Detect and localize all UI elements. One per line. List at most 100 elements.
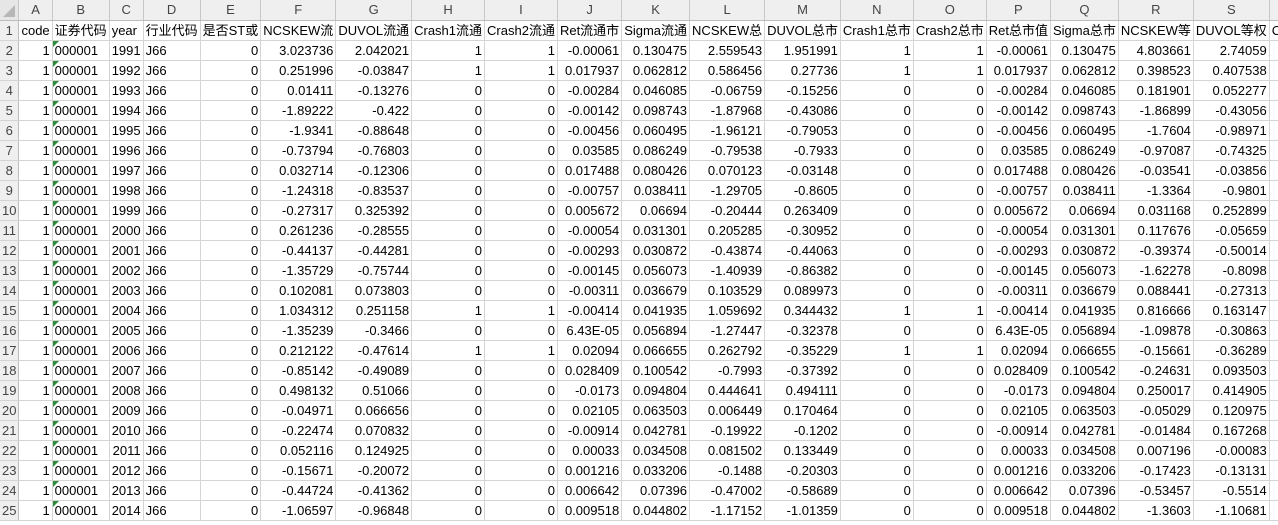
cell[interactable]: 1 — [411, 40, 486, 61]
cell[interactable]: -0.00757 — [557, 180, 623, 201]
cell[interactable]: 0 — [913, 460, 987, 481]
cell[interactable]: 0.017937 — [986, 60, 1051, 81]
cell[interactable]: 1 — [18, 280, 53, 301]
cell[interactable]: 0.066655 — [621, 340, 691, 361]
cell[interactable]: 0 — [913, 380, 987, 401]
cell[interactable]: 0.042781 — [1050, 420, 1119, 441]
cell[interactable]: 0.06694 — [1050, 200, 1119, 221]
cell[interactable]: 0 — [200, 260, 262, 281]
cell[interactable]: 0 — [200, 80, 262, 101]
cell[interactable]: 0.163147 — [1193, 300, 1270, 321]
cell[interactable]: 2013 — [109, 480, 144, 501]
cell[interactable]: 0.041935 — [1050, 300, 1119, 321]
cell[interactable]: 0.262792 — [689, 340, 766, 361]
column-header[interactable]: Q — [1050, 0, 1119, 21]
cell[interactable]: 0 — [200, 220, 262, 241]
cell[interactable]: 0 — [484, 140, 558, 161]
cell[interactable]: -0.00145 — [557, 260, 623, 281]
cell[interactable]: 0.181901 — [1118, 80, 1194, 101]
cell[interactable]: 2011 — [109, 440, 144, 461]
cell[interactable]: 0.030872 — [621, 240, 691, 261]
cell[interactable]: 1 — [18, 420, 53, 441]
cell[interactable]: -0.47614 — [335, 340, 413, 361]
cell[interactable]: 0 — [840, 260, 914, 281]
cell[interactable]: -0.49089 — [335, 360, 413, 381]
cell[interactable]: 1 — [18, 100, 53, 121]
cell[interactable]: 0.063503 — [1050, 400, 1119, 421]
cell[interactable]: 0 — [484, 280, 558, 301]
cell[interactable]: 0 — [411, 280, 486, 301]
cell[interactable]: 0.044802 — [1050, 500, 1119, 521]
cell[interactable]: 0 — [484, 80, 558, 101]
cell[interactable]: J66 — [143, 500, 201, 521]
cell[interactable]: -0.88648 — [335, 120, 413, 141]
cell[interactable]: -0.75744 — [335, 260, 413, 281]
cell[interactable]: 0 — [840, 500, 914, 521]
cell[interactable]: -0.15256 — [764, 80, 841, 101]
cell[interactable]: 0.031301 — [1050, 220, 1119, 241]
cell[interactable]: 0.01411 — [260, 80, 337, 101]
cell[interactable]: 2009 — [109, 400, 144, 421]
cell[interactable]: 2.74059 — [1193, 40, 1270, 61]
cell[interactable]: 0.498132 — [260, 380, 337, 401]
cell[interactable]: -0.44724 — [260, 480, 337, 501]
cell[interactable]: -0.05659 — [1193, 220, 1270, 241]
cell[interactable]: -1.09878 — [1118, 320, 1194, 341]
cell[interactable]: 0.005672 — [986, 200, 1051, 221]
cell[interactable]: 0 — [411, 500, 486, 521]
cell[interactable]: -0.44281 — [335, 240, 413, 261]
cell[interactable]: -0.00456 — [557, 120, 623, 141]
cell[interactable]: -0.96848 — [335, 500, 413, 521]
cell[interactable]: 0 — [840, 320, 914, 341]
cell[interactable]: -0.36289 — [1193, 340, 1270, 361]
row-header[interactable]: 2 — [0, 40, 20, 61]
cell[interactable]: -0.00142 — [557, 100, 623, 121]
cell[interactable]: 0.001216 — [986, 460, 1051, 481]
cell[interactable]: 0.034508 — [621, 440, 691, 461]
cell[interactable]: 0 — [840, 200, 914, 221]
column-header[interactable]: H — [411, 0, 486, 21]
field-name-cell[interactable]: DUVOL等权 — [1193, 20, 1270, 41]
cell[interactable]: 0.02105 — [986, 400, 1051, 421]
cell[interactable]: 0.062812 — [621, 60, 691, 81]
cell[interactable] — [1269, 460, 1278, 481]
cell[interactable]: 6.43E-05 — [557, 320, 623, 341]
cell[interactable]: 0.102081 — [260, 280, 337, 301]
cell[interactable]: 0 — [411, 160, 486, 181]
row-header[interactable]: 18 — [0, 360, 20, 381]
cell[interactable]: 0.033206 — [1050, 460, 1119, 481]
cell[interactable]: 0.089973 — [764, 280, 841, 301]
cell[interactable] — [1269, 260, 1278, 281]
cell[interactable]: -0.43056 — [1193, 100, 1270, 121]
cell[interactable] — [1269, 120, 1278, 141]
cell[interactable]: J66 — [143, 480, 201, 501]
cell[interactable]: 0 — [840, 120, 914, 141]
cell[interactable]: 1 — [18, 40, 53, 61]
cell[interactable]: 0.00033 — [557, 440, 623, 461]
cell[interactable]: -1.01359 — [764, 500, 841, 521]
cell[interactable]: 1 — [18, 380, 53, 401]
cell[interactable]: -0.20303 — [764, 460, 841, 481]
cell[interactable]: -0.28555 — [335, 220, 413, 241]
cell[interactable]: 0.205285 — [689, 220, 766, 241]
cell[interactable]: 0 — [913, 180, 987, 201]
cell[interactable]: 2005 — [109, 320, 144, 341]
cell[interactable]: 000001 — [52, 240, 110, 261]
cell[interactable]: -0.00311 — [557, 280, 623, 301]
cell[interactable]: 0.086249 — [621, 140, 691, 161]
cell[interactable]: -0.06759 — [689, 80, 766, 101]
cell[interactable]: -0.00914 — [986, 420, 1051, 441]
column-header[interactable]: F — [260, 0, 337, 21]
cell[interactable]: -0.8605 — [764, 180, 841, 201]
cell[interactable]: 1 — [18, 400, 53, 421]
row-header[interactable]: 20 — [0, 400, 20, 421]
cell[interactable]: J66 — [143, 260, 201, 281]
cell[interactable]: -0.00284 — [986, 80, 1051, 101]
cell[interactable]: 0.032714 — [260, 160, 337, 181]
cell[interactable] — [1269, 420, 1278, 441]
cell[interactable]: -0.3466 — [335, 320, 413, 341]
cell[interactable]: 2001 — [109, 240, 144, 261]
cell[interactable] — [1269, 100, 1278, 121]
cell[interactable]: 0 — [200, 40, 262, 61]
select-all-corner[interactable] — [0, 0, 20, 21]
